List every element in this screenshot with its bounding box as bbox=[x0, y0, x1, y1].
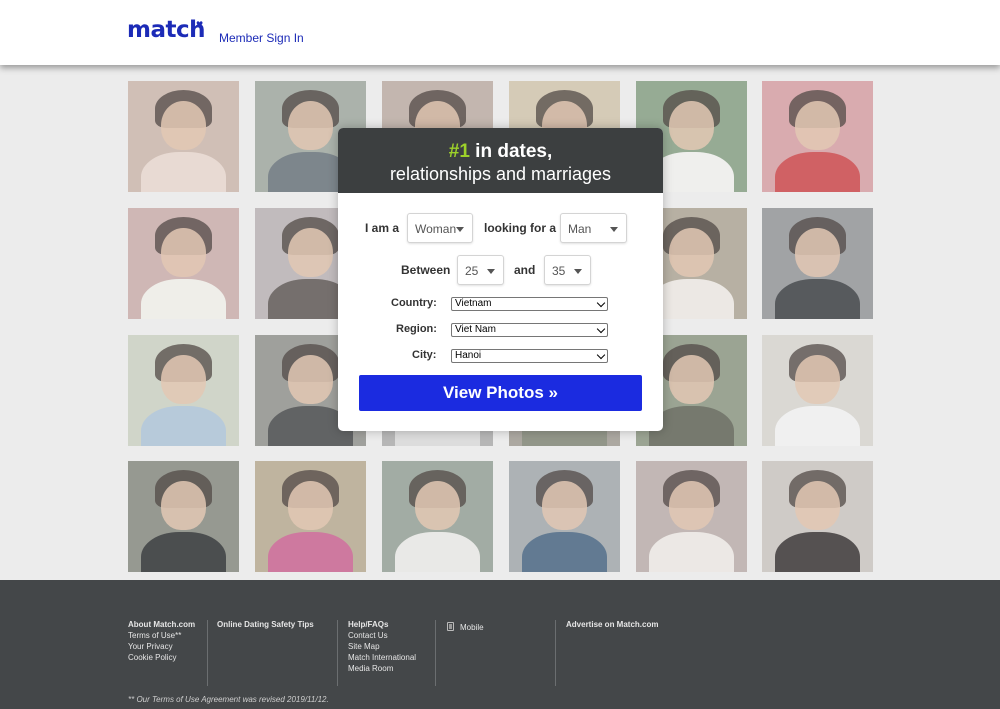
gender-select[interactable]: Woman bbox=[407, 213, 473, 243]
terms-revision-note: ** Our Terms of Use Agreement was revise… bbox=[128, 695, 329, 704]
about-link[interactable]: About Match.com bbox=[128, 619, 195, 630]
profile-photo[interactable] bbox=[128, 208, 239, 319]
match-logo[interactable]: match bbox=[127, 17, 206, 43]
chevron-down-icon bbox=[596, 298, 606, 308]
profile-photo[interactable] bbox=[128, 461, 239, 572]
match-international-link[interactable]: Match International bbox=[348, 652, 416, 663]
headline: #1 in dates, bbox=[338, 141, 663, 163]
view-photos-button[interactable]: View Photos » bbox=[359, 375, 642, 411]
profile-photo[interactable] bbox=[128, 335, 239, 446]
site-header: match ♥ Member Sign In bbox=[0, 0, 1000, 65]
profile-photo[interactable] bbox=[762, 81, 873, 192]
country-value: Vietnam bbox=[455, 298, 492, 309]
search-card: #1 in dates, relationships and marriages… bbox=[338, 128, 663, 431]
profile-photo[interactable] bbox=[382, 461, 493, 572]
city-value: Hanoi bbox=[455, 350, 482, 361]
caret-down-icon bbox=[610, 227, 618, 232]
i-am-label: I am a bbox=[365, 221, 400, 235]
age-max-value: 35 bbox=[552, 264, 566, 278]
gender-value: Woman bbox=[415, 222, 457, 236]
profile-photo[interactable] bbox=[636, 461, 747, 572]
age-min-select[interactable]: 25 bbox=[457, 255, 504, 285]
mobile-link[interactable]: Mobile bbox=[460, 622, 484, 633]
country-select[interactable]: Vietnam bbox=[451, 297, 608, 311]
terms-link[interactable]: Terms of Use** bbox=[128, 630, 195, 641]
chevron-down-icon bbox=[596, 324, 606, 334]
site-map-link[interactable]: Site Map bbox=[348, 641, 416, 652]
seeking-value: Man bbox=[568, 222, 592, 236]
member-sign-in-link[interactable]: Member Sign In bbox=[219, 31, 304, 45]
privacy-link[interactable]: Your Privacy bbox=[128, 641, 195, 652]
profile-photo[interactable] bbox=[762, 208, 873, 319]
heart-icon: ♥ bbox=[196, 17, 204, 31]
between-label: Between bbox=[401, 263, 451, 277]
footer-divider bbox=[435, 620, 436, 686]
profile-photo[interactable] bbox=[509, 461, 620, 572]
safety-tips-link[interactable]: Online Dating Safety Tips bbox=[217, 619, 314, 630]
profile-photo[interactable] bbox=[128, 81, 239, 192]
city-select[interactable]: Hanoi bbox=[451, 349, 608, 363]
card-header: #1 in dates, relationships and marriages bbox=[338, 128, 663, 193]
footer-col-safety: Online Dating Safety Tips bbox=[217, 619, 314, 630]
profile-photo[interactable] bbox=[255, 461, 366, 572]
mobile-phone-icon bbox=[447, 622, 454, 631]
advertise-link[interactable]: Advertise on Match.com bbox=[566, 619, 658, 630]
footer-divider bbox=[337, 620, 338, 686]
looking-for-label: looking for a bbox=[484, 221, 556, 235]
region-select[interactable]: Viet Nam bbox=[451, 323, 608, 337]
subline: relationships and marriages bbox=[389, 164, 612, 184]
footer-col-about: About Match.com Terms of Use** Your Priv… bbox=[128, 619, 195, 663]
media-room-link[interactable]: Media Room bbox=[348, 663, 416, 674]
contact-us-link[interactable]: Contact Us bbox=[348, 630, 416, 641]
chevron-down-icon bbox=[596, 350, 606, 360]
site-footer: About Match.com Terms of Use** Your Priv… bbox=[0, 580, 1000, 709]
cookie-policy-link[interactable]: Cookie Policy bbox=[128, 652, 195, 663]
profile-photo[interactable] bbox=[762, 461, 873, 572]
help-faqs-link[interactable]: Help/FAQs bbox=[348, 619, 416, 630]
city-label: City: bbox=[412, 349, 437, 361]
region-label: Region: bbox=[396, 323, 437, 335]
footer-divider bbox=[207, 620, 208, 686]
caret-down-icon bbox=[456, 227, 464, 232]
profile-photo[interactable] bbox=[762, 335, 873, 446]
age-min-value: 25 bbox=[465, 264, 479, 278]
caret-down-icon bbox=[574, 269, 582, 274]
and-label: and bbox=[514, 263, 536, 277]
footer-col-help: Help/FAQs Contact Us Site Map Match Inte… bbox=[348, 619, 416, 674]
caret-down-icon bbox=[487, 269, 495, 274]
seeking-select[interactable]: Man bbox=[560, 213, 627, 243]
footer-divider bbox=[555, 620, 556, 686]
region-value: Viet Nam bbox=[455, 324, 496, 335]
age-max-select[interactable]: 35 bbox=[544, 255, 591, 285]
country-label: Country: bbox=[391, 297, 437, 309]
headline-number: #1 bbox=[448, 141, 470, 162]
footer-col-mobile: Mobile bbox=[460, 622, 484, 633]
headline-text: in dates, bbox=[469, 141, 553, 162]
footer-col-advertise: Advertise on Match.com bbox=[566, 619, 658, 630]
